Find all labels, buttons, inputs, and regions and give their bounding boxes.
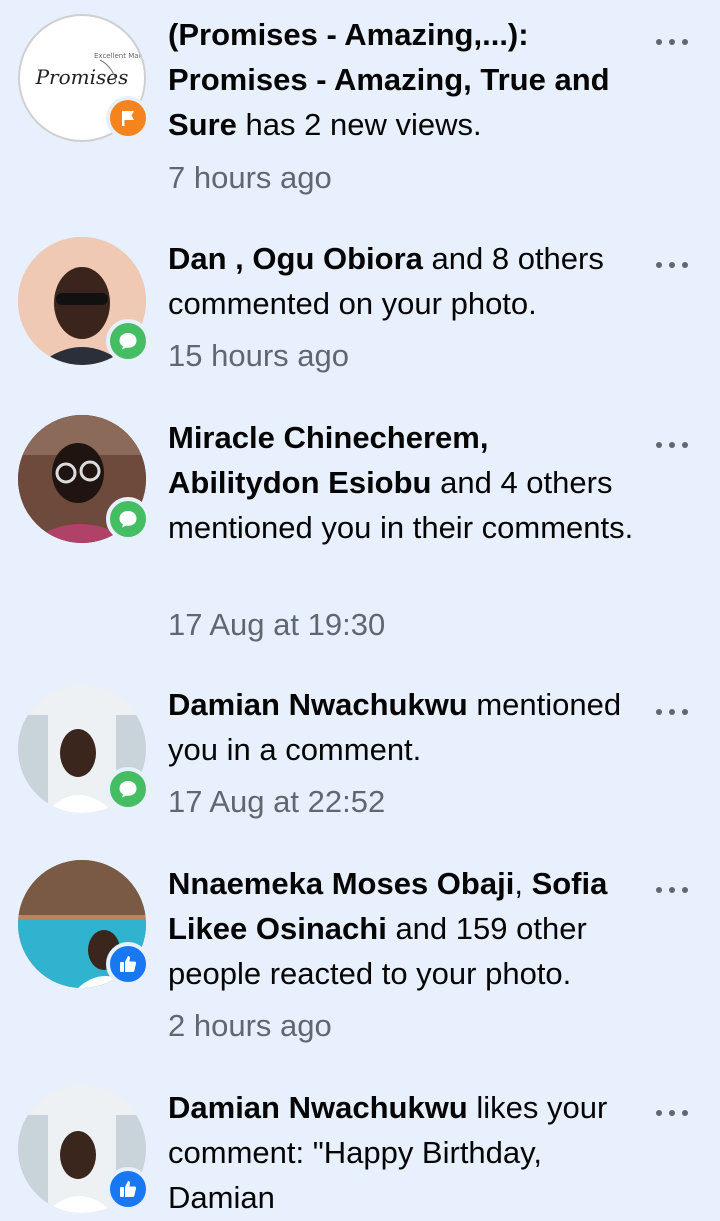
svg-text:Excellent Mark: Excellent Mark <box>94 52 144 60</box>
actor-name: (Promises - Amazing,...): <box>168 17 529 52</box>
notification-item[interactable]: Damian Nwachukwu mentioned you in a comm… <box>0 675 720 855</box>
more-options-button[interactable] <box>652 1103 692 1123</box>
badge <box>106 96 150 140</box>
actor-name: Damian Nwachukwu <box>168 1090 468 1125</box>
badge <box>106 319 150 363</box>
avatar[interactable]: Promises Excellent Mark <box>18 14 150 142</box>
notification-text: Dan , Ogu Obiora and 8 others commented … <box>168 236 638 326</box>
more-options-button[interactable] <box>652 702 692 722</box>
comment-icon <box>119 333 137 350</box>
like-icon <box>120 956 137 972</box>
notification-item[interactable]: Damian Nwachukwu likes your comment: "Ha… <box>0 1080 720 1221</box>
notification-text: Damian Nwachukwu mentioned you in a comm… <box>168 682 638 772</box>
notification-text: Miracle Chinecherem, Abilitydon Esiobu a… <box>168 415 638 550</box>
notification-message: has 2 new views. <box>236 107 482 142</box>
notifications-list: Promises Excellent Mark (Promises - Amaz… <box>0 0 720 1221</box>
notification-item[interactable]: Promises Excellent Mark (Promises - Amaz… <box>0 0 720 215</box>
badge <box>106 1167 150 1211</box>
more-options-button[interactable] <box>652 255 692 275</box>
notification-text: Damian Nwachukwu likes your comment: "Ha… <box>168 1085 638 1220</box>
badge <box>106 942 150 986</box>
avatar[interactable] <box>18 237 150 365</box>
notification-item[interactable]: Miracle Chinecherem, Abilitydon Esiobu a… <box>0 405 720 675</box>
notification-item[interactable]: Dan , Ogu Obiora and 8 others commented … <box>0 215 720 405</box>
badge <box>106 767 150 811</box>
avatar[interactable] <box>18 860 150 988</box>
comment-icon <box>119 781 137 798</box>
more-options-button[interactable] <box>652 32 692 52</box>
notification-item[interactable]: Nnaemeka Moses Obaji, Sofia Likee Osinac… <box>0 855 720 1080</box>
notification-time: 17 Aug at 19:30 <box>168 607 386 642</box>
badge <box>106 497 150 541</box>
like-icon <box>120 1181 137 1197</box>
notification-time: 2 hours ago <box>168 1008 332 1043</box>
notification-text: Nnaemeka Moses Obaji, Sofia Likee Osinac… <box>168 861 638 996</box>
avatar[interactable] <box>18 685 150 813</box>
comment-icon <box>119 511 137 528</box>
actor-name: Dan , Ogu Obiora <box>168 241 423 276</box>
avatar[interactable] <box>18 1085 150 1213</box>
flag-icon <box>122 111 134 126</box>
notification-text: (Promises - Amazing,...): Promises - Ama… <box>168 12 638 147</box>
notification-time: 17 Aug at 22:52 <box>168 784 386 819</box>
more-options-button[interactable] <box>652 880 692 900</box>
notification-message: , <box>514 866 532 901</box>
more-options-button[interactable] <box>652 435 692 455</box>
avatar[interactable] <box>18 415 150 543</box>
notification-time: 15 hours ago <box>168 338 349 373</box>
notification-time: 7 hours ago <box>168 160 332 195</box>
actor-name: Damian Nwachukwu <box>168 687 468 722</box>
actor-name: Nnaemeka Moses Obaji <box>168 866 515 901</box>
